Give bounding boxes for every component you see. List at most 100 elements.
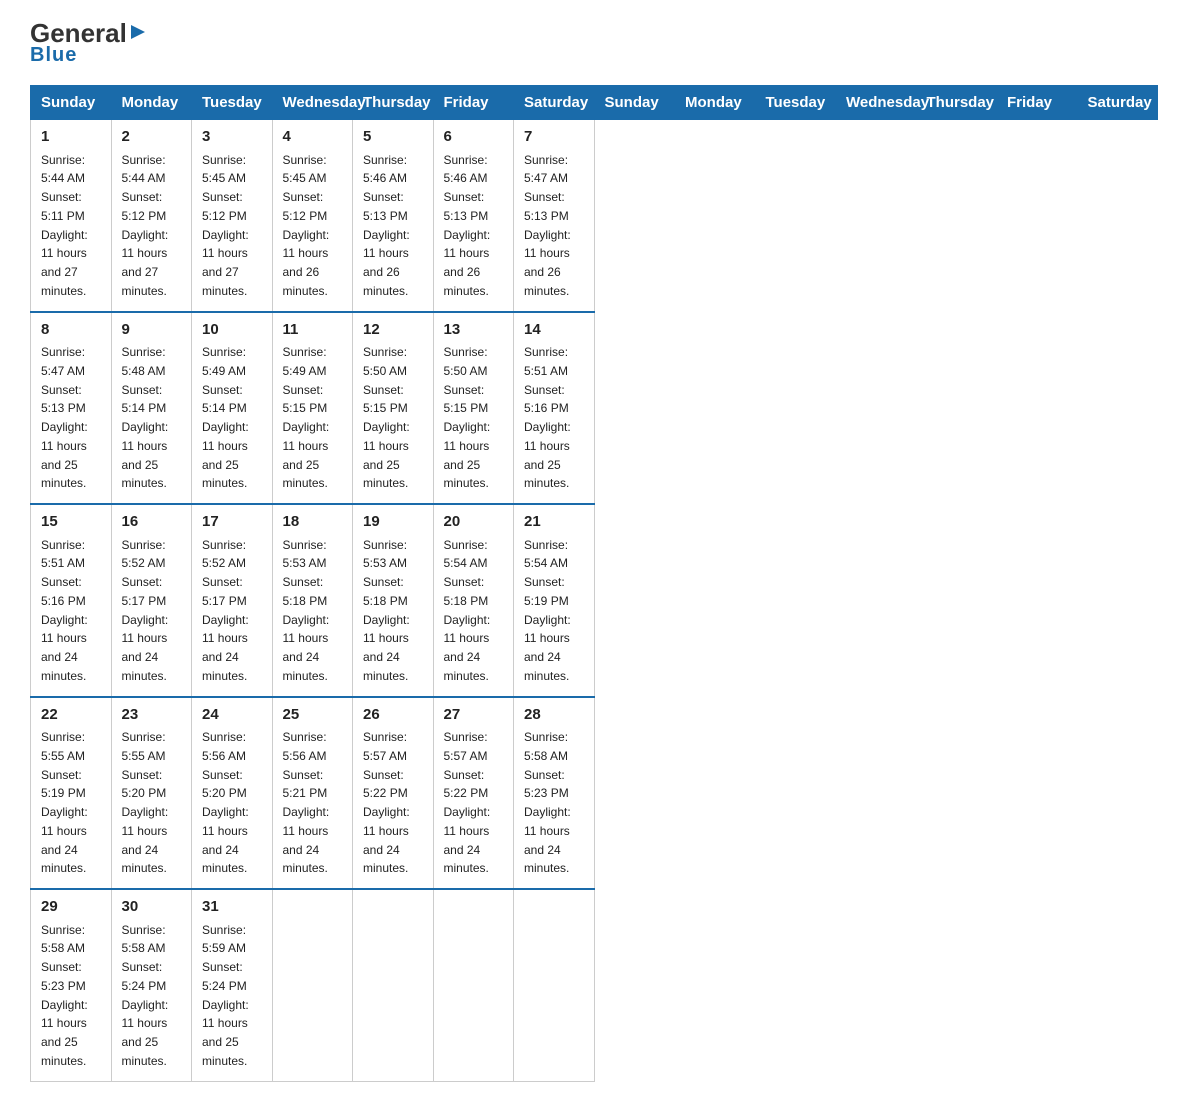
day-number: 15 [41,511,101,534]
calendar-cell: 27 Sunrise: 5:57 AMSunset: 5:22 PMDaylig… [433,697,514,890]
day-info: Sunrise: 5:51 AMSunset: 5:16 PMDaylight:… [524,345,571,490]
day-number: 3 [202,126,262,149]
day-number: 22 [41,704,101,727]
day-info: Sunrise: 5:55 AMSunset: 5:19 PMDaylight:… [41,730,88,875]
day-number: 31 [202,896,262,919]
calendar-cell: 25 Sunrise: 5:56 AMSunset: 5:21 PMDaylig… [272,697,353,890]
day-info: Sunrise: 5:44 AMSunset: 5:11 PMDaylight:… [41,153,88,298]
calendar-cell: 7 Sunrise: 5:47 AMSunset: 5:13 PMDayligh… [514,120,595,312]
calendar-cell: 13 Sunrise: 5:50 AMSunset: 5:15 PMDaylig… [433,312,514,505]
page-header: General Blue [30,20,1158,67]
col-header-thursday: Thursday [353,86,434,120]
calendar-cell: 2 Sunrise: 5:44 AMSunset: 5:12 PMDayligh… [111,120,192,312]
calendar-cell: 21 Sunrise: 5:54 AMSunset: 5:19 PMDaylig… [514,504,595,697]
day-info: Sunrise: 5:53 AMSunset: 5:18 PMDaylight:… [283,538,330,683]
day-info: Sunrise: 5:50 AMSunset: 5:15 PMDaylight:… [444,345,491,490]
day-info: Sunrise: 5:55 AMSunset: 5:20 PMDaylight:… [122,730,169,875]
calendar-cell: 22 Sunrise: 5:55 AMSunset: 5:19 PMDaylig… [31,697,112,890]
day-number: 12 [363,319,423,342]
day-number: 21 [524,511,584,534]
day-info: Sunrise: 5:53 AMSunset: 5:18 PMDaylight:… [363,538,410,683]
calendar-cell: 11 Sunrise: 5:49 AMSunset: 5:15 PMDaylig… [272,312,353,505]
day-number: 1 [41,126,101,149]
col-header-saturday: Saturday [514,86,595,120]
calendar-cell: 28 Sunrise: 5:58 AMSunset: 5:23 PMDaylig… [514,697,595,890]
day-info: Sunrise: 5:57 AMSunset: 5:22 PMDaylight:… [363,730,410,875]
day-info: Sunrise: 5:56 AMSunset: 5:21 PMDaylight:… [283,730,330,875]
calendar-cell: 10 Sunrise: 5:49 AMSunset: 5:14 PMDaylig… [192,312,273,505]
col-header-sunday: Sunday [31,86,112,120]
calendar-cell: 6 Sunrise: 5:46 AMSunset: 5:13 PMDayligh… [433,120,514,312]
calendar-cell: 23 Sunrise: 5:55 AMSunset: 5:20 PMDaylig… [111,697,192,890]
day-info: Sunrise: 5:54 AMSunset: 5:19 PMDaylight:… [524,538,571,683]
day-number: 23 [122,704,182,727]
day-number: 5 [363,126,423,149]
day-number: 11 [283,319,343,342]
calendar-cell: 24 Sunrise: 5:56 AMSunset: 5:20 PMDaylig… [192,697,273,890]
calendar-cell: 1 Sunrise: 5:44 AMSunset: 5:11 PMDayligh… [31,120,112,312]
calendar-cell: 3 Sunrise: 5:45 AMSunset: 5:12 PMDayligh… [192,120,273,312]
col-header-friday: Friday [997,86,1078,120]
day-info: Sunrise: 5:47 AMSunset: 5:13 PMDaylight:… [41,345,88,490]
day-number: 16 [122,511,182,534]
calendar-cell: 4 Sunrise: 5:45 AMSunset: 5:12 PMDayligh… [272,120,353,312]
col-header-tuesday: Tuesday [755,86,836,120]
day-number: 30 [122,896,182,919]
day-info: Sunrise: 5:50 AMSunset: 5:15 PMDaylight:… [363,345,410,490]
day-number: 20 [444,511,504,534]
day-number: 9 [122,319,182,342]
day-info: Sunrise: 5:46 AMSunset: 5:13 PMDaylight:… [363,153,410,298]
col-header-tuesday: Tuesday [192,86,273,120]
day-number: 27 [444,704,504,727]
day-number: 19 [363,511,423,534]
day-info: Sunrise: 5:48 AMSunset: 5:14 PMDaylight:… [122,345,169,490]
day-info: Sunrise: 5:47 AMSunset: 5:13 PMDaylight:… [524,153,571,298]
col-header-wednesday: Wednesday [272,86,353,120]
calendar-cell: 14 Sunrise: 5:51 AMSunset: 5:16 PMDaylig… [514,312,595,505]
day-info: Sunrise: 5:57 AMSunset: 5:22 PMDaylight:… [444,730,491,875]
calendar-cell: 17 Sunrise: 5:52 AMSunset: 5:17 PMDaylig… [192,504,273,697]
day-info: Sunrise: 5:54 AMSunset: 5:18 PMDaylight:… [444,538,491,683]
logo-triangle-icon [129,23,147,41]
calendar-cell: 15 Sunrise: 5:51 AMSunset: 5:16 PMDaylig… [31,504,112,697]
col-header-saturday: Saturday [1077,86,1158,120]
day-number: 10 [202,319,262,342]
day-info: Sunrise: 5:52 AMSunset: 5:17 PMDaylight:… [202,538,249,683]
day-info: Sunrise: 5:44 AMSunset: 5:12 PMDaylight:… [122,153,169,298]
day-info: Sunrise: 5:45 AMSunset: 5:12 PMDaylight:… [202,153,249,298]
day-number: 7 [524,126,584,149]
day-info: Sunrise: 5:58 AMSunset: 5:23 PMDaylight:… [524,730,571,875]
col-header-monday: Monday [111,86,192,120]
calendar-cell: 20 Sunrise: 5:54 AMSunset: 5:18 PMDaylig… [433,504,514,697]
day-number: 6 [444,126,504,149]
day-info: Sunrise: 5:56 AMSunset: 5:20 PMDaylight:… [202,730,249,875]
day-number: 14 [524,319,584,342]
logo-blue: Blue [30,44,77,67]
day-info: Sunrise: 5:58 AMSunset: 5:23 PMDaylight:… [41,923,88,1068]
week-row-3: 15 Sunrise: 5:51 AMSunset: 5:16 PMDaylig… [31,504,1158,697]
day-number: 13 [444,319,504,342]
day-number: 2 [122,126,182,149]
calendar-cell: 26 Sunrise: 5:57 AMSunset: 5:22 PMDaylig… [353,697,434,890]
calendar-cell: 19 Sunrise: 5:53 AMSunset: 5:18 PMDaylig… [353,504,434,697]
logo-general: General [30,20,127,46]
calendar-cell: 5 Sunrise: 5:46 AMSunset: 5:13 PMDayligh… [353,120,434,312]
day-info: Sunrise: 5:49 AMSunset: 5:15 PMDaylight:… [283,345,330,490]
col-header-wednesday: Wednesday [836,86,917,120]
calendar-cell: 8 Sunrise: 5:47 AMSunset: 5:13 PMDayligh… [31,312,112,505]
week-row-1: 1 Sunrise: 5:44 AMSunset: 5:11 PMDayligh… [31,120,1158,312]
day-info: Sunrise: 5:58 AMSunset: 5:24 PMDaylight:… [122,923,169,1068]
day-number: 17 [202,511,262,534]
day-number: 24 [202,704,262,727]
day-info: Sunrise: 5:52 AMSunset: 5:17 PMDaylight:… [122,538,169,683]
day-number: 4 [283,126,343,149]
col-header-monday: Monday [675,86,756,120]
day-number: 29 [41,896,101,919]
week-row-4: 22 Sunrise: 5:55 AMSunset: 5:19 PMDaylig… [31,697,1158,890]
col-header-sunday: Sunday [594,86,675,120]
day-number: 18 [283,511,343,534]
day-info: Sunrise: 5:59 AMSunset: 5:24 PMDaylight:… [202,923,249,1068]
day-info: Sunrise: 5:51 AMSunset: 5:16 PMDaylight:… [41,538,88,683]
logo: General Blue [30,20,147,67]
calendar-cell: 9 Sunrise: 5:48 AMSunset: 5:14 PMDayligh… [111,312,192,505]
